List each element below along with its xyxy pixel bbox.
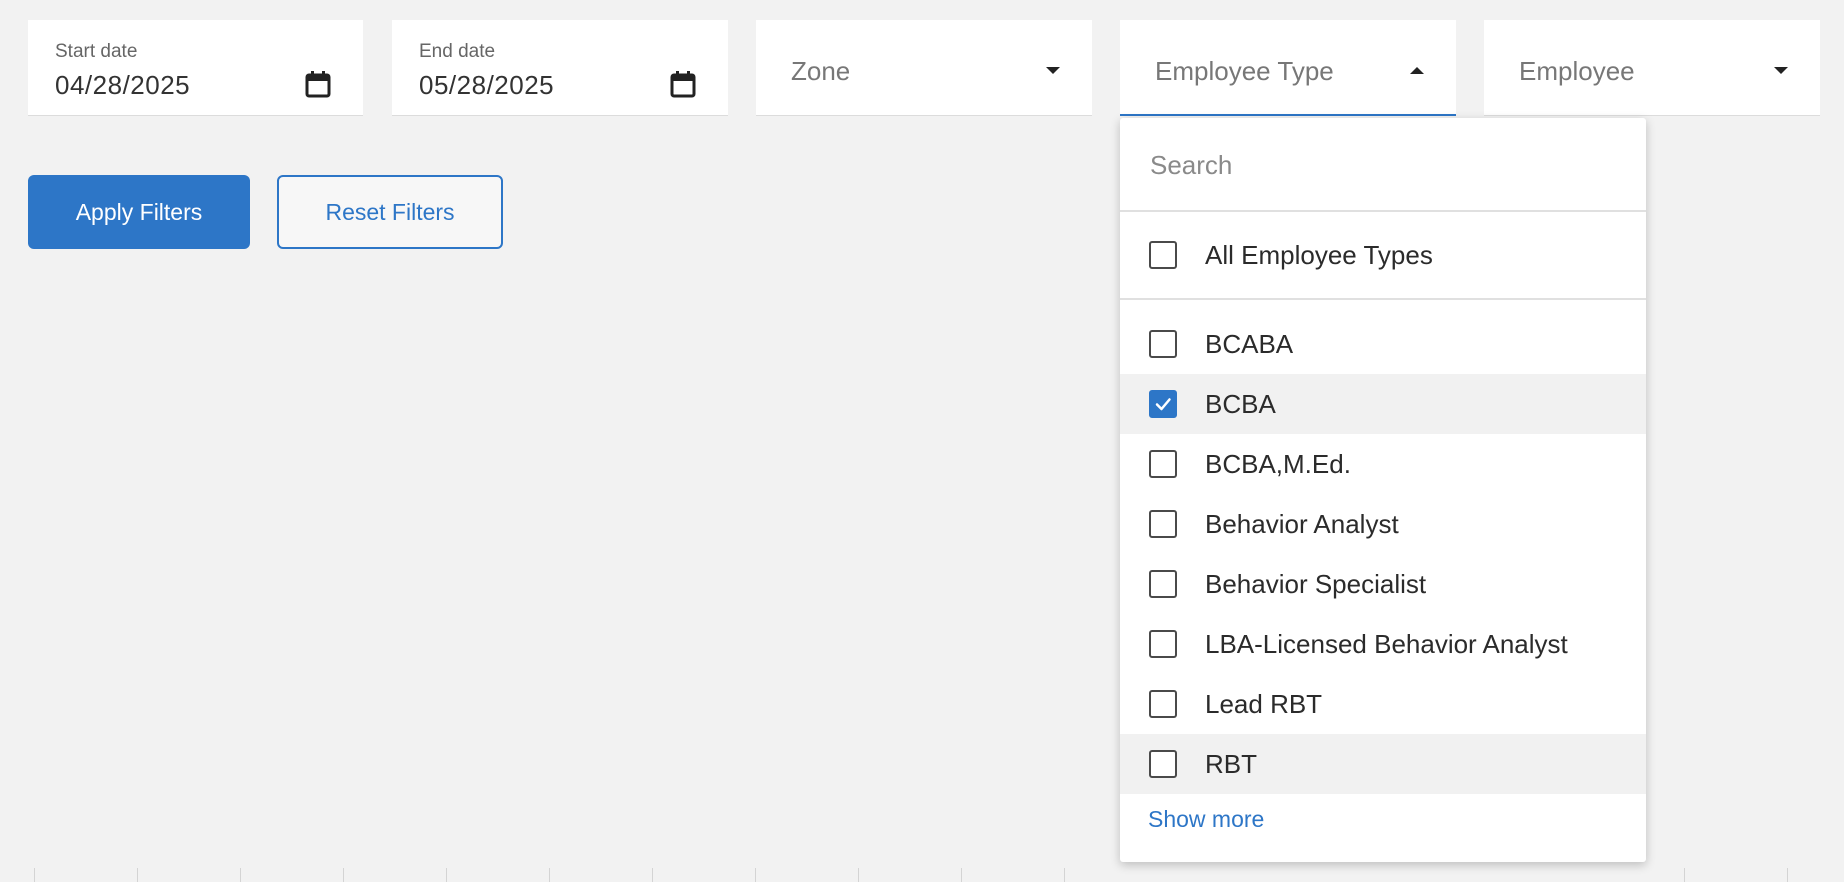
caret-up-icon[interactable] xyxy=(1410,67,1424,74)
option-label: BCBA xyxy=(1205,389,1276,419)
apply-filters-button[interactable]: Apply Filters xyxy=(28,175,250,249)
option-label: Behavior Specialist xyxy=(1205,569,1427,599)
option-checkbox[interactable] xyxy=(1149,510,1177,538)
axis-tick xyxy=(549,868,550,882)
option-checkbox[interactable] xyxy=(1149,450,1177,478)
option-label: LBA-Licensed Behavior Analyst xyxy=(1205,629,1568,659)
end-date-label: End date xyxy=(419,41,496,62)
checkmark-icon xyxy=(1155,398,1171,411)
option-label: BCABA xyxy=(1205,329,1294,359)
calendar-icon[interactable] xyxy=(305,70,331,98)
employee-type-dropdown: All Employee Types BCABA BCBA BCBA,M.Ed.… xyxy=(1120,118,1646,862)
option-row[interactable]: RBT xyxy=(1120,734,1646,794)
option-checkbox[interactable] xyxy=(1149,630,1177,658)
axis-tick xyxy=(1064,868,1065,882)
calendar-icon[interactable] xyxy=(670,70,696,98)
show-more-link[interactable]: Show more xyxy=(1148,806,1264,833)
start-date-value[interactable]: 04/28/2025 xyxy=(55,70,190,101)
search-input[interactable] xyxy=(1148,144,1622,186)
option-row[interactable]: Behavior Specialist xyxy=(1120,554,1646,614)
caret-down-icon[interactable] xyxy=(1774,67,1788,74)
option-label: Behavior Analyst xyxy=(1205,509,1399,539)
option-checkbox[interactable] xyxy=(1149,330,1177,358)
axis-tick xyxy=(1684,868,1685,882)
employee-type-placeholder: Employee Type xyxy=(1155,56,1334,86)
dropdown-search-container xyxy=(1120,118,1646,212)
zone-select[interactable]: Zone xyxy=(756,20,1092,116)
option-row[interactable]: Lead RBT xyxy=(1120,674,1646,734)
all-employee-types-option[interactable]: All Employee Types xyxy=(1120,212,1646,300)
option-label: Lead RBT xyxy=(1205,689,1323,719)
axis-tick xyxy=(1787,868,1788,882)
start-date-field[interactable]: Start date 04/28/2025 xyxy=(28,20,363,116)
axis-tick xyxy=(34,868,35,882)
axis-tick xyxy=(343,868,344,882)
end-date-value[interactable]: 05/28/2025 xyxy=(419,70,554,101)
end-date-field[interactable]: End date 05/28/2025 xyxy=(392,20,728,116)
option-checkbox[interactable] xyxy=(1149,690,1177,718)
axis-tick xyxy=(858,868,859,882)
employee-type-select[interactable]: Employee Type xyxy=(1120,20,1456,116)
option-checkbox[interactable] xyxy=(1149,750,1177,778)
option-row[interactable]: Behavior Analyst xyxy=(1120,494,1646,554)
all-employee-types-checkbox[interactable] xyxy=(1149,241,1177,269)
option-row[interactable]: BCBA xyxy=(1120,374,1646,434)
axis-tick xyxy=(652,868,653,882)
reset-filters-button[interactable]: Reset Filters xyxy=(277,175,503,249)
employee-select[interactable]: Employee xyxy=(1484,20,1820,116)
option-row[interactable]: BCABA xyxy=(1120,314,1646,374)
option-row[interactable]: LBA-Licensed Behavior Analyst xyxy=(1120,614,1646,674)
option-label: BCBA,M.Ed. xyxy=(1205,449,1351,479)
all-employee-types-label: All Employee Types xyxy=(1205,240,1433,270)
option-row[interactable]: BCBA,M.Ed. xyxy=(1120,434,1646,494)
axis-tick xyxy=(755,868,756,882)
axis-tick xyxy=(446,868,447,882)
zone-placeholder: Zone xyxy=(791,56,851,86)
option-checkbox[interactable] xyxy=(1149,570,1177,598)
axis-tick xyxy=(240,868,241,882)
employee-placeholder: Employee xyxy=(1519,56,1635,86)
option-checkbox-checked[interactable] xyxy=(1149,390,1177,418)
start-date-label: Start date xyxy=(55,41,138,62)
caret-down-icon[interactable] xyxy=(1046,67,1060,74)
option-label: RBT xyxy=(1205,749,1257,779)
axis-tick xyxy=(961,868,962,882)
axis-tick xyxy=(137,868,138,882)
